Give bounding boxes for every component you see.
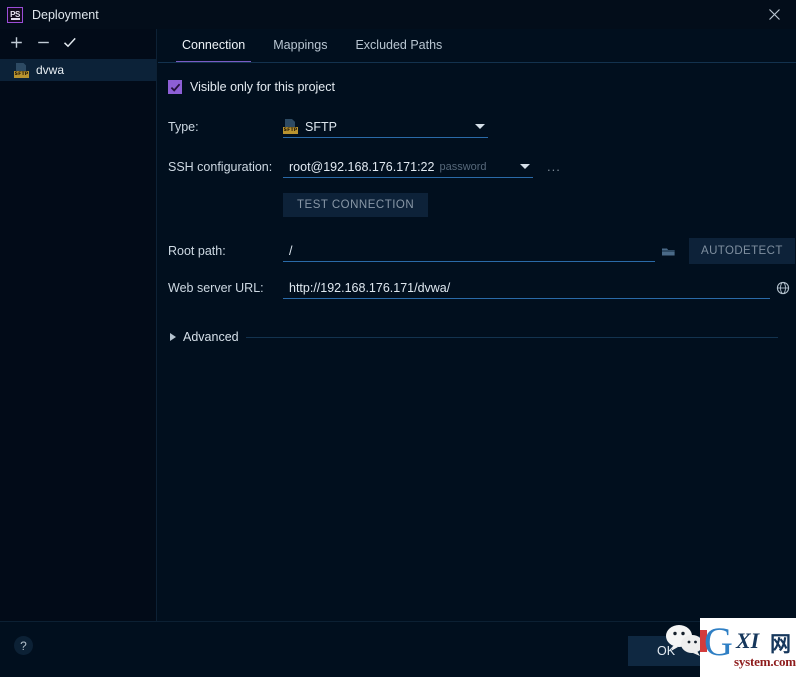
test-connection-button[interactable]: TEST CONNECTION (283, 193, 429, 217)
server-list-toolbar (0, 29, 156, 56)
open-url-button[interactable] (770, 277, 796, 299)
root-path-value: / (289, 243, 293, 258)
minus-icon (37, 41, 49, 44)
close-button[interactable] (752, 0, 796, 29)
chevron-down-icon (475, 124, 485, 129)
ssh-auth-hint: password (439, 160, 487, 173)
visible-only-label: Visible only for this project (190, 80, 335, 94)
tab-excluded-paths[interactable]: Excluded Paths (341, 29, 456, 63)
type-value: SFTP (305, 119, 337, 134)
plus-icon (10, 37, 22, 48)
advanced-section-header[interactable]: Advanced (158, 330, 796, 344)
server-list: SFTP dvwa (0, 56, 156, 81)
root-path-input[interactable]: / (283, 240, 655, 262)
type-combobox[interactable]: SFTP SFTP (283, 116, 488, 138)
connection-panel: Visible only for this project Type: SFTP… (158, 63, 796, 344)
type-row: Type: SFTP SFTP (158, 113, 796, 141)
tab-connection[interactable]: Connection (168, 29, 259, 63)
tab-bar: Connection Mappings Excluded Paths (158, 29, 796, 63)
remove-server-button[interactable] (31, 32, 55, 54)
title-bar: PS Deployment (0, 0, 796, 29)
visible-only-checkbox[interactable] (168, 80, 182, 94)
type-label: Type: (168, 120, 199, 134)
ssh-configuration-more-button[interactable]: ... (547, 160, 561, 173)
ssh-configuration-combobox[interactable]: root@192.168.176.171:22 password (283, 156, 533, 178)
test-connection-row: TEST CONNECTION (158, 191, 796, 219)
folder-icon (661, 248, 675, 255)
ssh-configuration-label: SSH configuration: (168, 160, 273, 174)
chevron-right-icon (170, 333, 176, 341)
deployment-content: Connection Mappings Excluded Paths Visib… (158, 29, 796, 621)
visible-only-row: Visible only for this project (158, 74, 796, 100)
server-list-item-dvwa[interactable]: SFTP dvwa (0, 59, 156, 81)
sftp-server-icon: SFTP (14, 62, 30, 78)
deployment-server-list-panel: SFTP dvwa (0, 29, 157, 621)
ok-button[interactable]: OK (628, 636, 704, 666)
ssh-configuration-value: root@192.168.176.171:22 (289, 159, 435, 174)
autodetect-button[interactable]: AUTODETECT (689, 238, 795, 264)
add-server-button[interactable] (4, 32, 28, 54)
web-server-url-row: Web server URL: http://192.168.176.171/d… (158, 274, 796, 302)
window-title: Deployment (32, 7, 99, 22)
advanced-divider (245, 336, 778, 338)
web-server-url-label: Web server URL: (168, 281, 264, 295)
globe-icon (776, 281, 790, 295)
deployment-dialog: PS Deployment SFTP dvwa Connection Mappi… (0, 0, 796, 677)
set-default-server-button[interactable] (58, 32, 82, 54)
tab-mappings[interactable]: Mappings (259, 29, 341, 63)
advanced-label: Advanced (183, 330, 239, 344)
root-path-label: Root path: (168, 244, 226, 258)
root-path-row: Root path: / AUTODETECT (158, 237, 796, 265)
sftp-server-icon: SFTP (283, 119, 299, 134)
check-icon (63, 37, 76, 48)
chevron-down-icon (520, 164, 530, 169)
web-server-url-input[interactable]: http://192.168.176.171/dvwa/ (283, 277, 770, 299)
root-path-browse-button[interactable] (655, 240, 681, 262)
server-list-item-label: dvwa (36, 63, 65, 77)
ssh-configuration-row: SSH configuration: root@192.168.176.171:… (158, 153, 796, 181)
web-server-url-value: http://192.168.176.171/dvwa/ (289, 280, 451, 295)
help-button[interactable]: ? (14, 636, 33, 655)
phpstorm-icon: PS (7, 6, 23, 23)
check-icon (170, 83, 180, 92)
close-icon (768, 9, 780, 20)
